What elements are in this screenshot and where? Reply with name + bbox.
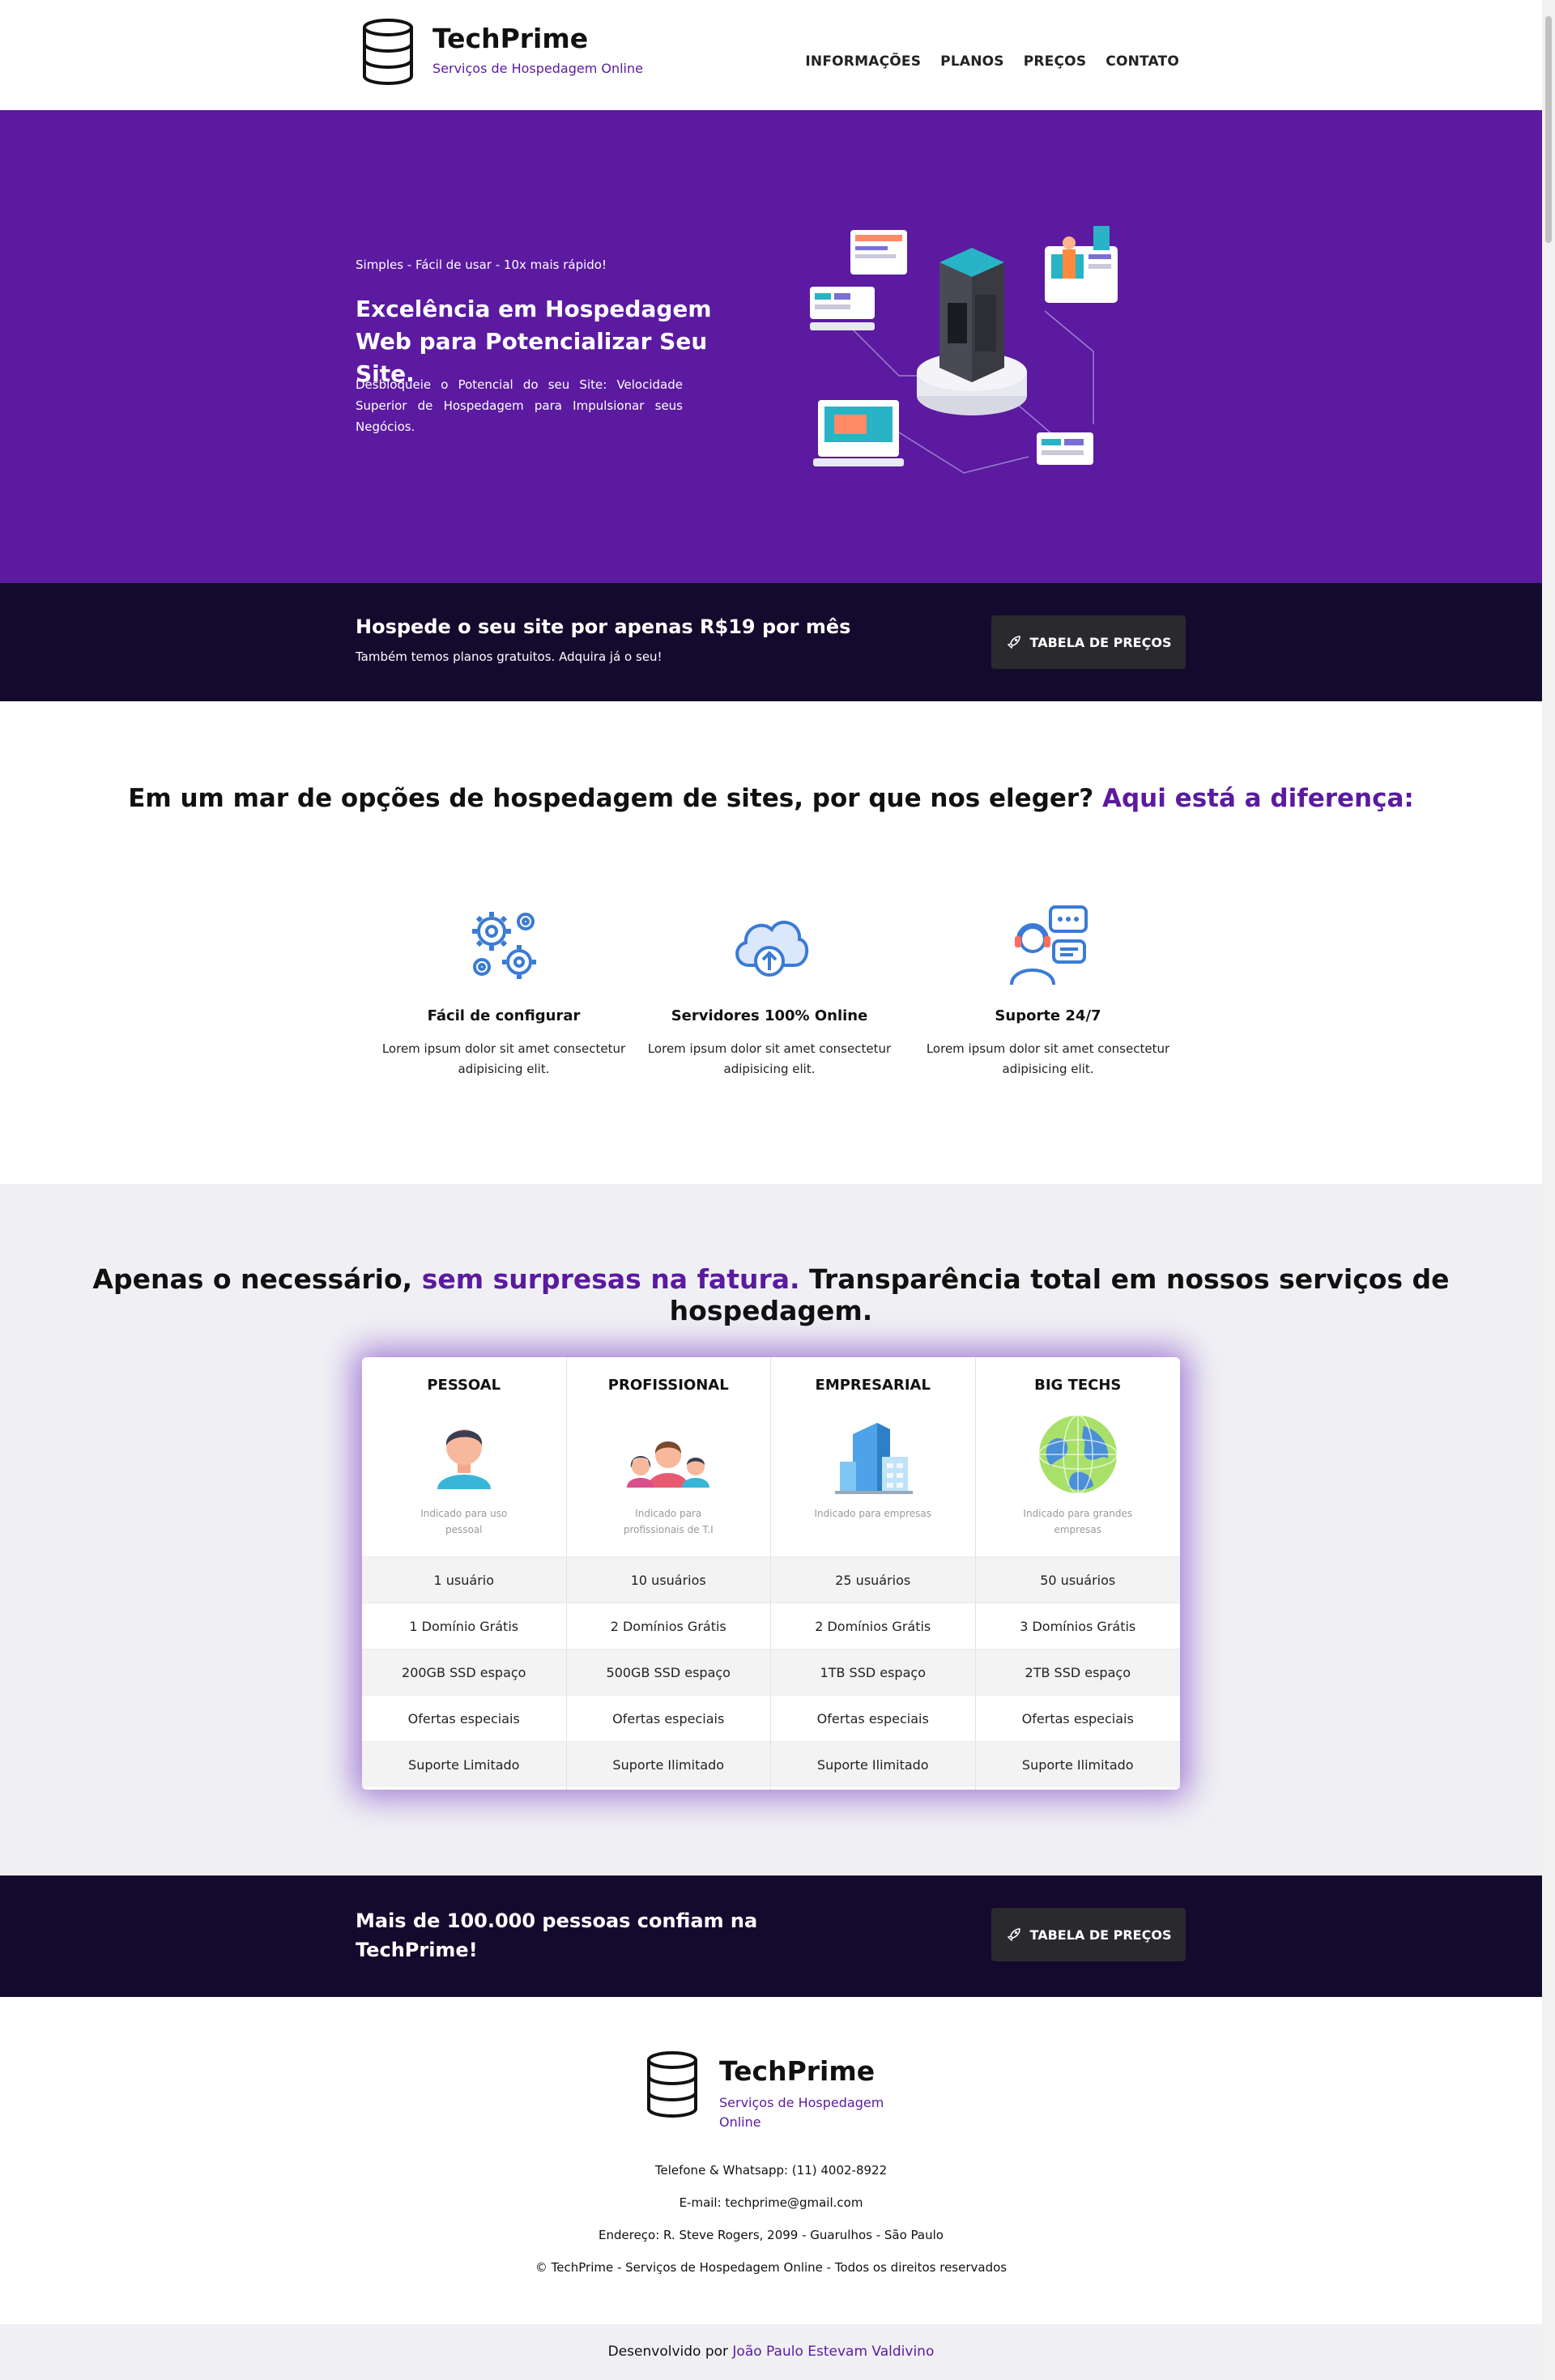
footer-phone: Telefone & Whatsapp: (11) 4002-8922 <box>654 2163 888 2178</box>
plan-column-profissional: PROFISSIONAL Indicado para profissionais… <box>566 1357 771 1790</box>
footer-logo[interactable]: TechPrime Serviços de Hospedagem Online <box>645 2050 905 2132</box>
feature-desc: Lorem ipsum dolor sit amet consectetur a… <box>647 1041 892 1076</box>
feature-name: Servidores 100% Online <box>671 1007 868 1024</box>
plan-name: EMPRESARIAL <box>815 1377 931 1394</box>
feature-name: Fácil de configurar <box>427 1007 581 1024</box>
price-table-button-label: TABELA DE PREÇOS <box>1029 1927 1172 1943</box>
plan-name: PESSOAL <box>427 1377 501 1394</box>
rocket-icon <box>1007 636 1020 649</box>
cloud-upload-icon <box>735 921 808 977</box>
pricing-table: PESSOAL Indicado para uso pessoal 1 usuá… <box>362 1357 1180 1790</box>
price-table-button[interactable]: TABELA DE PREÇOS <box>991 1908 1186 1961</box>
developer-credit: Desenvolvido por João Paulo Estevam Vald… <box>0 2324 1542 2380</box>
hero-description: Desbloqueie o Potencial do seu Site: Vel… <box>356 377 683 434</box>
brand-logo[interactable]: TechPrime Serviços de Hospedagem Online <box>361 18 643 86</box>
developer-link[interactable]: João Paulo Estevam Valdivino <box>732 2344 934 2360</box>
plan-name: BIG TECHS <box>1034 1377 1122 1394</box>
plan-feature-support: Suporte Ilimitado <box>975 1741 1180 1787</box>
plan-feature-support: Suporte Ilimitado <box>771 1741 975 1787</box>
footer-copyright: © TechPrime - Serviços de Hospedagem Onl… <box>535 2260 1008 2275</box>
plan-column-pessoal: PESSOAL Indicado para uso pessoal 1 usuá… <box>362 1357 567 1790</box>
cta-banner-bottom: Mais de 100.000 pessoas confiam na TechP… <box>0 1875 1542 1997</box>
difference-heading-accent: Aqui está a diferença: <box>1102 784 1414 813</box>
plan-hint: Indicado para grandes empresas <box>1023 1508 1133 1535</box>
feature-desc: Lorem ipsum dolor sit amet consectetur a… <box>381 1041 626 1076</box>
plan-column-big-techs: BIG TECHS Indicado para grandes empresas… <box>975 1357 1180 1790</box>
scrollbar-thumb[interactable] <box>1545 16 1552 243</box>
database-icon <box>363 19 413 85</box>
cta-trust-title: Mais de 100.000 pessoas confiam na TechP… <box>356 1910 758 1961</box>
plan-feature-offers: Ofertas especiais <box>362 1695 566 1741</box>
support-agent-icon <box>1010 905 1088 986</box>
plan-feature-offers: Ofertas especiais <box>566 1695 770 1741</box>
pricing-heading: Apenas o necessário, sem surpresas na fa… <box>0 1263 1542 1326</box>
feature-easy-setup: Fácil de configurar Lorem ipsum dolor si… <box>366 900 641 1079</box>
hero-section: Simples - Fácil de usar - 10x mais rápid… <box>0 110 1542 583</box>
building-icon <box>834 1423 913 1494</box>
plan-feature-storage: 200GB SSD espaço <box>362 1649 566 1695</box>
site-header: TechPrime Serviços de Hospedagem Online … <box>0 0 1542 110</box>
main-nav: INFORMAÇÕES PLANOS PREÇOS CONTATO <box>805 53 1179 70</box>
server-illustration <box>810 226 1118 474</box>
plan-feature-offers: Ofertas especiais <box>771 1695 975 1741</box>
footer-address: Endereço: R. Steve Rogers, 2099 - Guarul… <box>599 2228 944 2242</box>
plan-feature-storage: 2TB SSD espaço <box>975 1649 1180 1695</box>
cta-title: Hospede o seu site por apenas R$19 por m… <box>356 615 851 638</box>
cta-subtitle: Também temos planos gratuitos. Adquira j… <box>356 649 662 664</box>
footer-brand-name: TechPrime <box>719 2055 875 2087</box>
nav-link-contato[interactable]: CONTATO <box>1106 53 1179 70</box>
plan-column-empresarial: EMPRESARIAL Indicado para empresas 25 us… <box>771 1357 976 1790</box>
plan-hint: Indicado para uso pessoal <box>420 1508 508 1535</box>
plan-name: PROFISSIONAL <box>607 1377 729 1394</box>
plan-feature-users: 10 usuários <box>566 1556 770 1603</box>
price-table-button[interactable]: TABELA DE PREÇOS <box>991 615 1186 669</box>
cta-banner-top: Hospede o seu site por apenas R$19 por m… <box>0 583 1542 701</box>
database-icon <box>647 2051 697 2118</box>
brand-name: TechPrime <box>432 23 589 54</box>
feature-name: Suporte 24/7 <box>995 1007 1101 1024</box>
team-icon <box>627 1441 710 1488</box>
plan-feature-storage: 500GB SSD espaço <box>566 1649 770 1695</box>
rocket-icon <box>1007 1928 1020 1942</box>
nav-link-informacoes[interactable]: INFORMAÇÕES <box>805 53 921 70</box>
difference-heading-main: Em um mar de opções de hospedagem de sit… <box>128 784 1094 813</box>
plan-feature-domains: 1 Domínio Grátis <box>362 1603 566 1649</box>
feature-online-servers: Servidores 100% Online Lorem ipsum dolor… <box>632 900 907 1079</box>
nav-link-precos[interactable]: PREÇOS <box>1024 53 1087 70</box>
plan-hint: Indicado para empresas <box>814 1508 932 1519</box>
gears-icon <box>472 912 536 979</box>
plan-hint: Indicado para profissionais de T.I <box>623 1508 714 1535</box>
plan-feature-storage: 1TB SSD espaço <box>771 1649 975 1695</box>
pricing-heading-part1: Apenas o necessário, <box>92 1263 413 1295</box>
nav-link-planos[interactable]: PLANOS <box>940 53 1004 70</box>
hero-tagline: Simples - Fácil de usar - 10x mais rápid… <box>356 258 607 272</box>
difference-heading: Em um mar de opções de hospedagem de sit… <box>0 779 1542 818</box>
plan-feature-users: 50 usuários <box>975 1556 1180 1603</box>
plan-feature-users: 1 usuário <box>362 1556 566 1603</box>
plan-feature-support: Suporte Ilimitado <box>566 1741 770 1787</box>
plan-feature-users: 25 usuários <box>771 1556 975 1603</box>
plan-feature-domains: 3 Domínios Grátis <box>975 1603 1180 1649</box>
plan-feature-offers: Ofertas especiais <box>975 1695 1180 1741</box>
plan-feature-support: Suporte Limitado <box>362 1741 566 1787</box>
feature-support: Suporte 24/7 Lorem ipsum dolor sit amet … <box>910 900 1186 1079</box>
person-icon <box>437 1429 491 1489</box>
developer-prefix: Desenvolvido por <box>607 2344 729 2360</box>
footer-brand-tagline: Serviços de Hospedagem Online <box>719 2095 884 2130</box>
plan-feature-domains: 2 Domínios Grátis <box>566 1603 770 1649</box>
globe-icon <box>1038 1415 1118 1494</box>
brand-tagline: Serviços de Hospedagem Online <box>432 61 643 76</box>
footer-email: E-mail: techprime@gmail.com <box>679 2195 863 2210</box>
price-table-button-label: TABELA DE PREÇOS <box>1029 634 1172 650</box>
page-scrollbar[interactable] <box>1542 0 1555 2380</box>
pricing-heading-accent: sem surpresas na fatura. <box>421 1263 800 1295</box>
plan-feature-domains: 2 Domínios Grátis <box>771 1603 975 1649</box>
feature-desc: Lorem ipsum dolor sit amet consectetur a… <box>926 1041 1170 1076</box>
